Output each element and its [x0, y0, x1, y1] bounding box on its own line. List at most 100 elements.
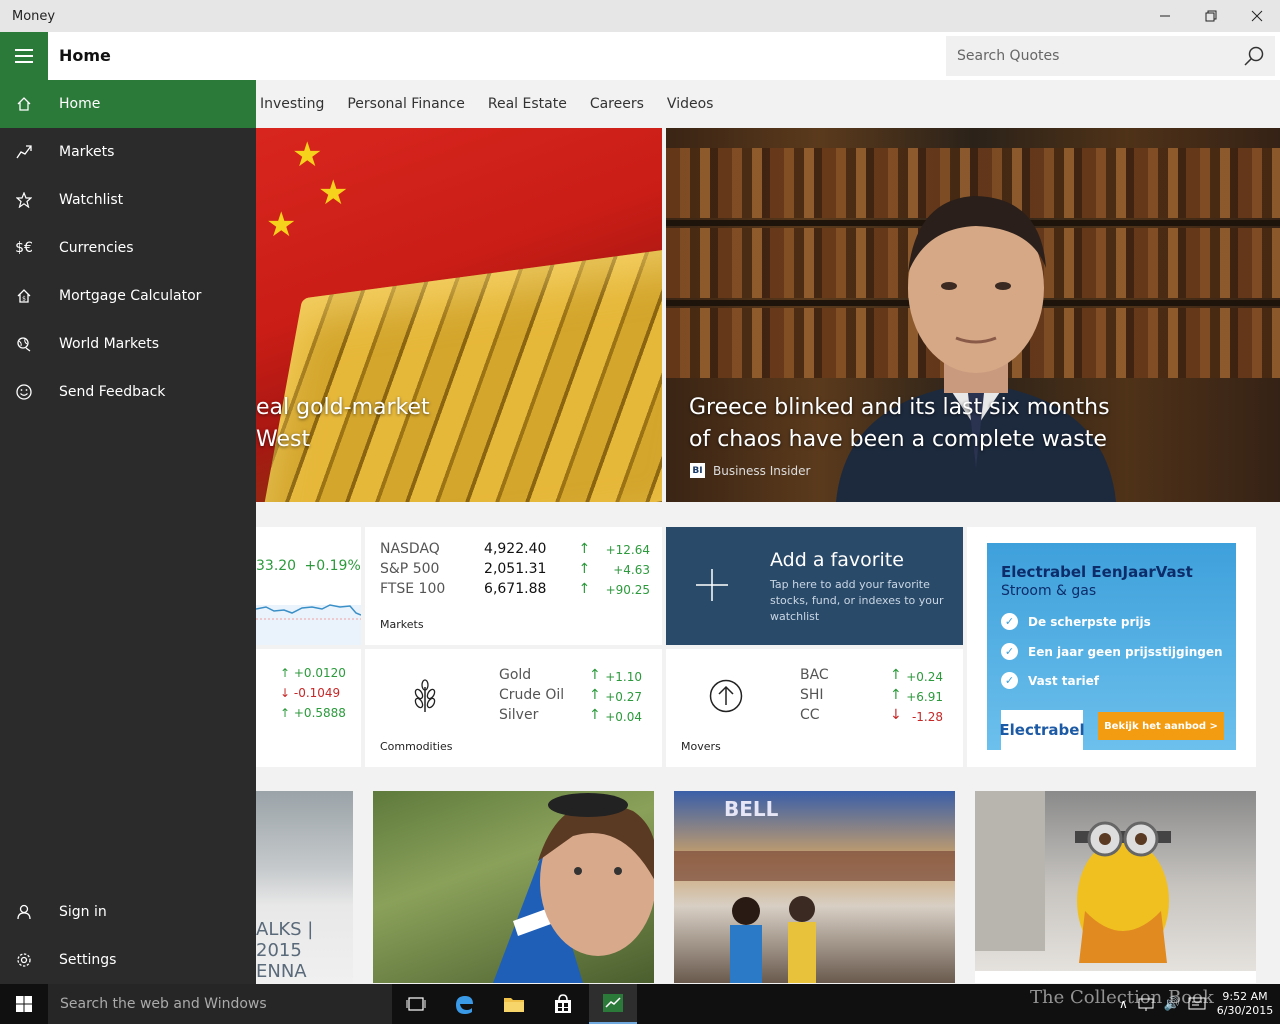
ad-cta-button[interactable]: Bekijk het aanbod >	[1098, 712, 1224, 740]
nav-item-label: World Markets	[59, 336, 159, 352]
headline-line: eal gold-market	[256, 395, 430, 420]
tab-real-estate[interactable]: Real Estate	[488, 96, 567, 112]
up-arrow-icon: ↑	[578, 541, 591, 557]
up-arrow-icon: ↑	[280, 666, 294, 680]
news-photo-conference[interactable]: ALKS | 2015 ENNA	[256, 791, 353, 983]
system-clock[interactable]: 9:52 AM 6/30/2015	[1210, 990, 1280, 1018]
nav-item-world-markets[interactable]: World Markets	[0, 320, 256, 368]
electrabel-ad[interactable]: Electrabel EenJaarVast Stroom & gas ✓ De …	[987, 543, 1236, 750]
currency-change: -0.1049	[293, 686, 341, 700]
window-controls	[1142, 0, 1280, 32]
wheat-icon	[414, 679, 436, 712]
nav-item-label: Markets	[59, 144, 115, 160]
money-app-button[interactable]	[589, 984, 637, 1024]
restaurant-image	[674, 851, 955, 983]
task-view-icon	[406, 997, 426, 1011]
nav-item-sign-in[interactable]: Sign in	[0, 888, 256, 936]
markets-tile[interactable]: NASDAQ 4,922.40 ↑ +12.64 S&P 500 2,051.3…	[365, 527, 662, 645]
movers-tile[interactable]: BAC SHI CC ↑ ↑ ↓ +0.24 +6.91 -1.28 Mover…	[666, 649, 963, 767]
nav-item-label: Mortgage Calculator	[59, 288, 202, 304]
news-photo-taco-bell[interactable]: BELL	[674, 791, 955, 983]
conference-sign-text: ALKS | 2015 ENNA	[256, 919, 353, 982]
house-dollar-icon: $	[0, 288, 48, 304]
market-name: FTSE 100	[380, 581, 446, 597]
market-change: +90.25	[605, 583, 651, 597]
watermark-text: The Collection Book	[1030, 987, 1214, 1008]
tab-personal-finance[interactable]: Personal Finance	[347, 96, 465, 112]
hero-headline-greece: Greece blinked and its last six months o…	[689, 392, 1129, 456]
star-icon	[0, 192, 48, 208]
mover-changes: +0.24 +6.91 -1.28	[906, 667, 943, 727]
close-button[interactable]	[1234, 0, 1280, 32]
tab-videos[interactable]: Videos	[667, 96, 714, 112]
sign-line: ENNA	[256, 961, 307, 982]
restore-button[interactable]	[1188, 0, 1234, 32]
business-insider-logo: BI	[690, 463, 705, 478]
tab-investing[interactable]: Investing	[260, 96, 324, 112]
currency-change: +0.0120	[293, 666, 346, 680]
up-arrow-icon: ↑	[578, 561, 591, 577]
taskbar-search-input[interactable]	[48, 996, 368, 1012]
tab-careers[interactable]: Careers	[590, 96, 644, 112]
commodity-name: Crude Oil	[499, 687, 565, 703]
headline-line: Greece blinked and its last six months	[689, 395, 1110, 420]
hero-headline-gold: eal gold-market West	[256, 392, 656, 456]
commodity-change: +1.10	[605, 670, 642, 684]
minimize-button[interactable]	[1142, 0, 1188, 32]
up-arrow-icon: ↑	[890, 667, 902, 683]
task-view-button[interactable]	[392, 984, 440, 1024]
commodity-change: +0.27	[605, 690, 642, 704]
news-photo-minion[interactable]	[975, 791, 1256, 983]
nav-item-home[interactable]: Home	[0, 80, 256, 128]
market-row-nasdaq: NASDAQ 4,922.40 ↑ +12.64	[380, 541, 650, 557]
up-arrow-icon: ↑	[589, 687, 601, 703]
file-explorer-button[interactable]	[490, 984, 538, 1024]
hamburger-icon	[15, 49, 33, 51]
svg-text:$: $	[22, 296, 26, 303]
ad-title: Electrabel EenJaarVast	[1001, 563, 1193, 581]
news-photo-protester[interactable]	[373, 791, 654, 983]
trend-icon	[0, 144, 48, 160]
headline-line: of chaos have been a complete waste	[689, 427, 1107, 452]
smiley-icon	[0, 384, 48, 400]
hero-story-greece[interactable]: Greece blinked and its last six months o…	[666, 128, 1280, 502]
currency-row: ↑ +0.5888	[280, 703, 346, 723]
market-value: 2,051.31	[484, 561, 547, 577]
hero-story-gold[interactable]: ★ ★ ★ eal gold-market West	[256, 128, 662, 502]
nav-item-currencies[interactable]: $€ Currencies	[0, 224, 256, 272]
up-circle-icon	[709, 679, 743, 713]
commodity-arrows: ↑ ↑ ↑	[589, 665, 601, 725]
favorite-description: Tap here to add your favorite stocks, fu…	[770, 578, 944, 623]
edge-browser-button[interactable]	[440, 984, 488, 1024]
search-quotes-input[interactable]	[946, 48, 1226, 64]
hamburger-menu-button[interactable]	[0, 32, 48, 80]
nav-item-label: Sign in	[59, 904, 107, 920]
start-button[interactable]	[0, 984, 48, 1024]
commodities-tile[interactable]: Gold Crude Oil Silver ↑ ↑ ↑ +1.10 +0.27 …	[365, 649, 662, 767]
checkmark-icon: ✓	[1001, 643, 1018, 660]
store-button[interactable]	[539, 984, 587, 1024]
person-icon	[0, 904, 48, 920]
store-icon	[555, 994, 571, 1013]
index-quote: 33.20 +0.19%	[256, 558, 361, 574]
mover-change: +0.24	[906, 670, 943, 684]
nav-item-send-feedback[interactable]: Send Feedback	[0, 368, 256, 416]
up-arrow-icon: ↑	[578, 581, 591, 597]
nav-item-markets[interactable]: Markets	[0, 128, 256, 176]
edge-icon	[456, 996, 473, 1014]
up-arrow-icon: ↑	[589, 667, 601, 683]
search-icon[interactable]	[1243, 45, 1265, 67]
nav-item-settings[interactable]: Settings	[0, 936, 256, 984]
windows-logo-icon	[16, 996, 32, 1012]
nav-item-label: Currencies	[59, 240, 134, 256]
nav-item-mortgage-calculator[interactable]: $ Mortgage Calculator	[0, 272, 256, 320]
currency-changes: ↑ +0.0120 ↓ -0.1049 ↑ +0.5888	[280, 663, 346, 723]
index-chart-tile[interactable]: 33.20 +0.19%	[256, 527, 361, 645]
index-value: 33.20	[256, 558, 297, 574]
home-icon	[0, 96, 48, 112]
nav-item-watchlist[interactable]: Watchlist	[0, 176, 256, 224]
commodity-changes: +1.10 +0.27 +0.04	[605, 667, 642, 727]
currencies-tile[interactable]: ↑ +0.0120 ↓ -0.1049 ↑ +0.5888	[256, 649, 361, 767]
add-favorite-tile[interactable]: Add a favorite Tap here to add your favo…	[666, 527, 963, 645]
source-name: Business Insider	[713, 463, 811, 478]
